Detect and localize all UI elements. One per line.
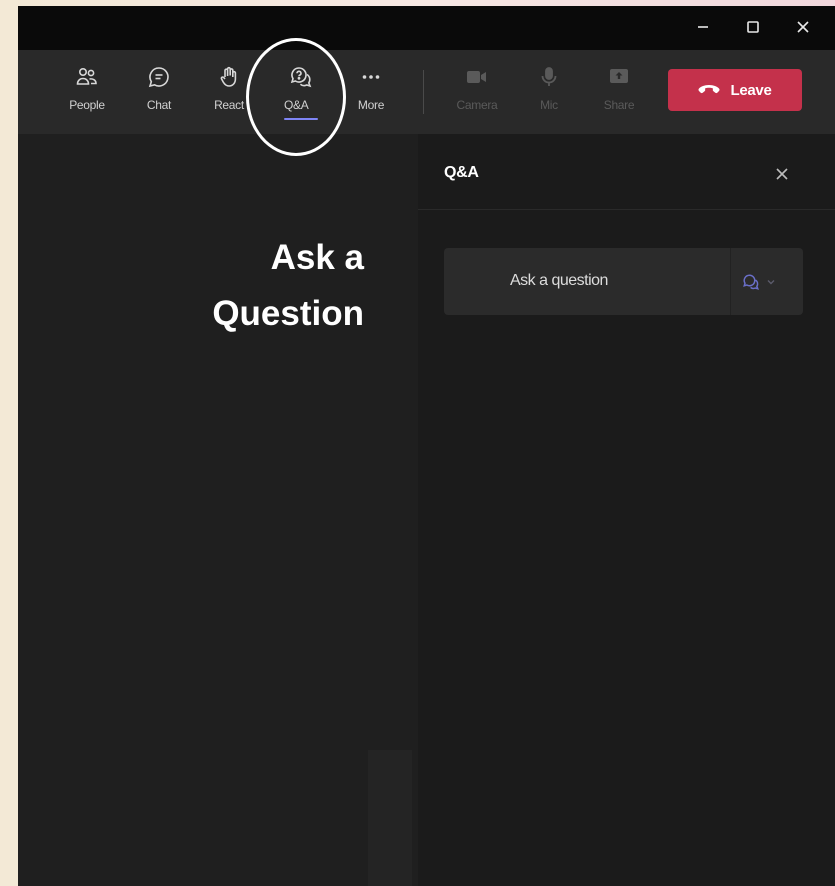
annotation-callout: Ask a Question	[138, 230, 364, 342]
qa-label: Q&A	[284, 98, 318, 120]
people-label: People	[69, 98, 105, 112]
people-button[interactable]: People	[56, 64, 118, 124]
meeting-stage: Ask a Question	[18, 134, 418, 886]
qa-panel-close-button[interactable]	[770, 162, 794, 186]
annotation-line-2: Question	[212, 294, 364, 333]
more-dots-icon	[358, 64, 384, 90]
annotation-line-1: Ask a	[270, 238, 364, 277]
mic-label: Mic	[540, 98, 558, 112]
leave-button[interactable]: Leave	[668, 69, 802, 111]
phone-hangup-icon	[698, 83, 720, 97]
qa-icon	[288, 64, 314, 90]
chevron-down-icon	[767, 280, 775, 285]
qa-panel: Q&A Ask a question	[418, 134, 835, 886]
more-label: More	[357, 98, 385, 112]
camera-button[interactable]: Camera	[446, 64, 508, 124]
chat-button[interactable]: Chat	[128, 64, 190, 124]
close-icon	[776, 168, 788, 180]
toolbar-divider	[423, 70, 424, 114]
leave-label: Leave	[730, 81, 772, 99]
chat-icon	[146, 64, 172, 90]
qa-panel-title: Q&A	[444, 164, 479, 181]
chat-label: Chat	[146, 98, 172, 112]
ask-question-placeholder[interactable]: Ask a question	[510, 272, 608, 290]
ask-question-box[interactable]: Ask a question	[444, 248, 803, 315]
camera-icon	[464, 64, 490, 90]
ask-box-divider	[730, 248, 731, 315]
raised-hand-icon	[216, 64, 242, 90]
teams-meeting-window: People Chat React Q&A More Camera Mic Sh…	[18, 6, 835, 886]
qa-panel-header: Q&A	[418, 134, 835, 210]
react-button[interactable]: React	[198, 64, 260, 124]
mic-icon	[536, 64, 562, 90]
camera-label: Camera	[456, 98, 498, 112]
more-button[interactable]: More	[340, 64, 402, 124]
minimize-button[interactable]	[688, 14, 718, 40]
title-bar	[18, 6, 835, 50]
close-icon	[797, 21, 809, 33]
qa-icon	[743, 274, 760, 290]
mic-button[interactable]: Mic	[518, 64, 580, 124]
window-close-button[interactable]	[788, 14, 818, 40]
maximize-icon	[747, 21, 759, 33]
people-icon	[74, 64, 100, 90]
share-label: Share	[603, 98, 635, 112]
maximize-button[interactable]	[738, 14, 768, 40]
qa-button[interactable]: Q&A	[270, 64, 332, 124]
react-label: React	[214, 98, 244, 112]
minimize-icon	[698, 26, 708, 28]
stage-scroll-strip	[368, 750, 412, 886]
meeting-toolbar: People Chat React Q&A More Camera Mic Sh…	[18, 50, 835, 134]
question-type-dropdown[interactable]	[742, 270, 790, 294]
share-button[interactable]: Share	[588, 64, 650, 124]
share-icon	[606, 64, 632, 90]
